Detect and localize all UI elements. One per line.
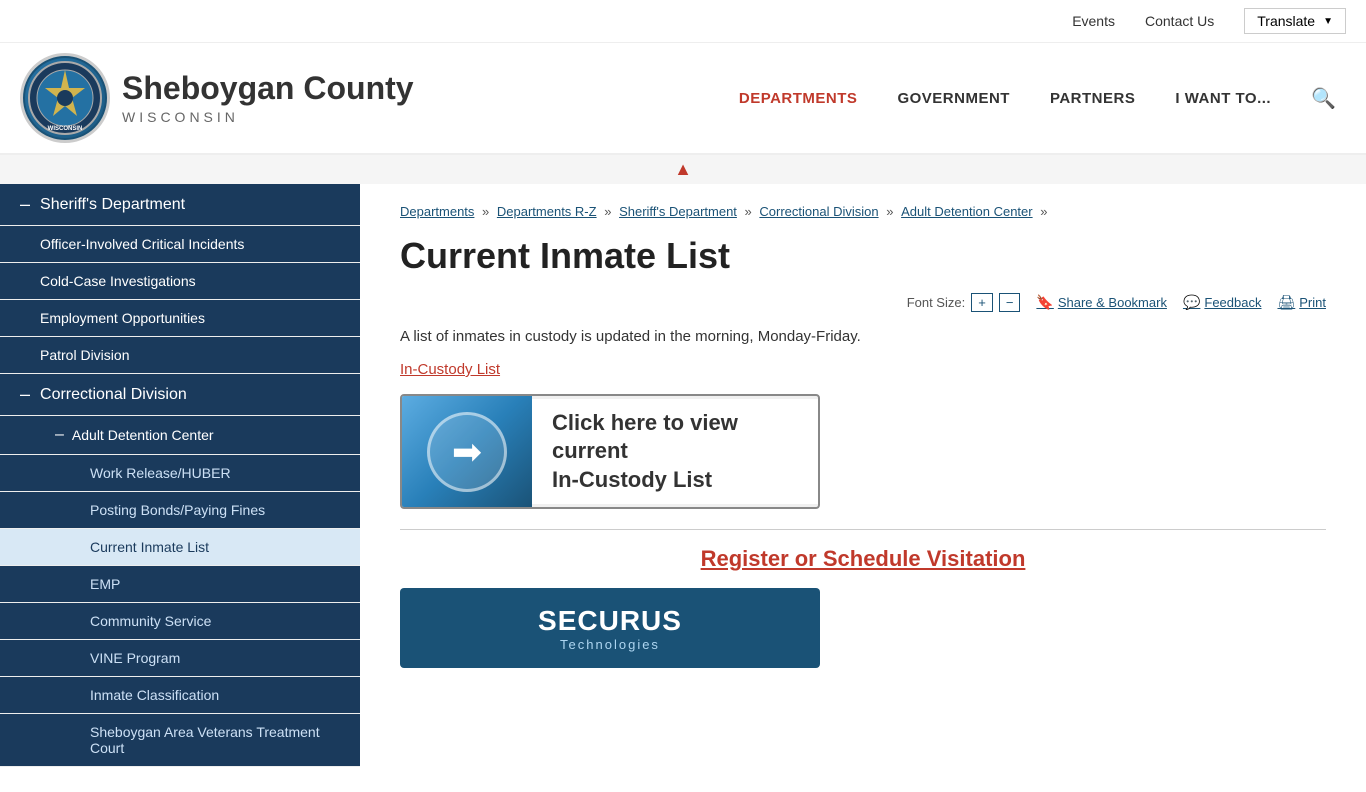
securus-name: SECURUS: [538, 605, 682, 637]
sidebar-item-patrol[interactable]: Patrol Division: [0, 337, 360, 374]
nav-arrow-icon: ▲: [674, 159, 692, 179]
feedback-link[interactable]: 💬 Feedback: [1183, 294, 1262, 311]
svg-text:WISCONSIN: WISCONSIN: [48, 126, 83, 132]
font-increase-button[interactable]: +: [971, 293, 993, 312]
sidebar: – Sheriff's Department Officer-Involved …: [0, 184, 360, 792]
sidebar-item-cold-case[interactable]: Cold-Case Investigations: [0, 263, 360, 300]
top-bar: Events Contact Us Translate ▼: [0, 0, 1366, 43]
sidebar-item-posting-bonds[interactable]: Posting Bonds/Paying Fines: [0, 492, 360, 529]
sidebar-item-correctional[interactable]: – Correctional Division: [0, 374, 360, 416]
content-area: Departments » Departments R-Z » Sheriff'…: [360, 184, 1366, 792]
sidebar-item-adult-detention[interactable]: – Adult Detention Center: [0, 416, 360, 455]
content-divider: [400, 529, 1326, 530]
sidebar-item-veterans-court[interactable]: Sheboygan Area Veterans Treatment Court: [0, 714, 360, 767]
nav-partners[interactable]: PARTNERS: [1050, 90, 1135, 107]
breadcrumb-correctional[interactable]: Correctional Division: [759, 204, 878, 219]
sidebar-item-community-service[interactable]: Community Service: [0, 603, 360, 640]
body-text: A list of inmates in custody is updated …: [400, 328, 1326, 345]
sidebar-item-sheriffs-dept[interactable]: – Sheriff's Department: [0, 184, 360, 226]
securus-banner[interactable]: SECURUS Technologies: [400, 588, 820, 668]
breadcrumb-departments[interactable]: Departments: [400, 204, 474, 219]
sidebar-item-officer-incidents[interactable]: Officer-Involved Critical Incidents: [0, 226, 360, 263]
search-button[interactable]: 🔍: [1311, 86, 1336, 111]
feedback-icon: 💬: [1183, 294, 1200, 311]
in-custody-link[interactable]: In-Custody List: [400, 361, 1326, 378]
breadcrumb-adult-detention[interactable]: Adult Detention Center: [901, 204, 1033, 219]
banner-text: Click here to view current In-Custody Li…: [532, 399, 818, 505]
sidebar-item-vine-program[interactable]: VINE Program: [0, 640, 360, 677]
nav-government[interactable]: GOVERNMENT: [897, 90, 1010, 107]
nav-departments[interactable]: DEPARTMENTS: [739, 90, 858, 107]
logo-area: WISCONSIN Sheboygan County WISCONSIN: [20, 53, 414, 143]
dash-icon: –: [20, 384, 30, 405]
nav-i-want-to[interactable]: I WANT TO...: [1175, 90, 1271, 107]
seal-svg: WISCONSIN: [27, 60, 103, 136]
font-size-controls: Font Size: + −: [907, 293, 1021, 312]
chevron-down-icon: ▼: [1323, 16, 1333, 27]
sidebar-item-work-release[interactable]: Work Release/HUBER: [0, 455, 360, 492]
font-decrease-button[interactable]: −: [999, 293, 1021, 312]
share-icon: 🔖: [1036, 294, 1053, 311]
breadcrumb-departments-rz[interactable]: Departments R-Z: [497, 204, 597, 219]
sidebar-item-emp[interactable]: EMP: [0, 566, 360, 603]
banner-arrow-area: ➡: [402, 394, 532, 509]
sidebar-item-current-inmate[interactable]: Current Inmate List: [0, 529, 360, 566]
site-title: Sheboygan County WISCONSIN: [122, 71, 414, 124]
main-nav: DEPARTMENTS GOVERNMENT PARTNERS I WANT T…: [414, 86, 1346, 111]
page-title: Current Inmate List: [400, 235, 1326, 277]
banner-arrow-icon: ➡: [427, 412, 507, 492]
in-custody-banner[interactable]: ➡ Click here to view current In-Custody …: [400, 394, 820, 509]
dash-icon: –: [55, 426, 64, 444]
site-header: WISCONSIN Sheboygan County WISCONSIN DEP…: [0, 43, 1366, 155]
content-toolbar: Font Size: + − 🔖 Share & Bookmark 💬 Feed…: [400, 293, 1326, 312]
county-logo: WISCONSIN: [20, 53, 110, 143]
visitation-link[interactable]: Register or Schedule Visitation: [400, 546, 1326, 572]
translate-button[interactable]: Translate ▼: [1244, 8, 1346, 34]
sidebar-item-inmate-classification[interactable]: Inmate Classification: [0, 677, 360, 714]
contact-link[interactable]: Contact Us: [1145, 13, 1214, 29]
dash-icon: –: [20, 194, 30, 215]
print-link[interactable]: 🖨 Print: [1277, 294, 1326, 311]
print-icon: 🖨: [1277, 294, 1295, 311]
events-link[interactable]: Events: [1072, 13, 1115, 29]
main-container: – Sheriff's Department Officer-Involved …: [0, 184, 1366, 792]
breadcrumb-sheriffs[interactable]: Sheriff's Department: [619, 204, 737, 219]
share-bookmark-link[interactable]: 🔖 Share & Bookmark: [1036, 294, 1167, 311]
nav-indicator: ▲: [0, 155, 1366, 184]
sidebar-item-employment[interactable]: Employment Opportunities: [0, 300, 360, 337]
breadcrumb: Departments » Departments R-Z » Sheriff'…: [400, 204, 1326, 219]
securus-sub: Technologies: [538, 637, 682, 652]
